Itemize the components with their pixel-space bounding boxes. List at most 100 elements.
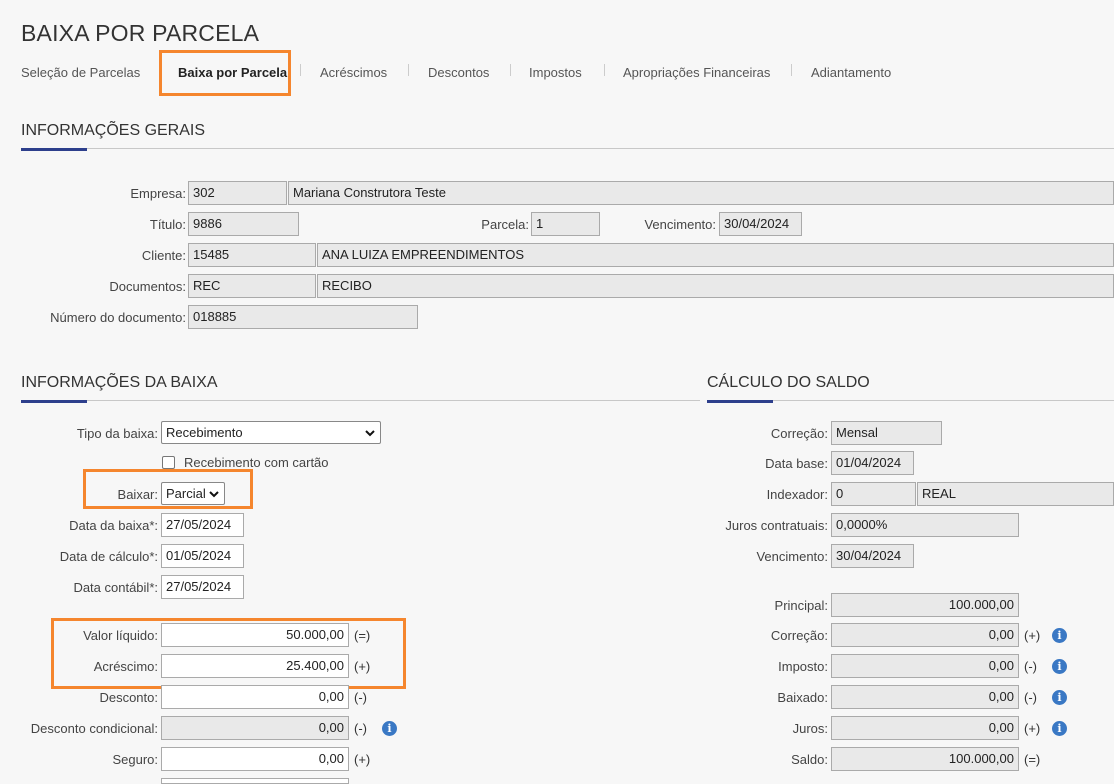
tab-descontos[interactable]: Descontos (428, 65, 489, 80)
parcela-label: Parcela: (481, 217, 529, 232)
tab-baixa-por-parcela[interactable]: Baixa por Parcela (178, 65, 287, 80)
tab-selecao-de-parcelas[interactable]: Seleção de Parcelas (21, 65, 140, 80)
page-title: BAIXA POR PARCELA (21, 20, 260, 46)
desconto-label: Desconto: (99, 690, 158, 705)
saldo-label: Saldo: (791, 752, 828, 767)
info-icon[interactable]: i (1052, 721, 1067, 736)
documentos-label: Documentos: (109, 279, 186, 294)
titulo-field: 9886 (188, 212, 299, 236)
tab-adiantamento[interactable]: Adiantamento (811, 65, 891, 80)
seguro-field[interactable]: 0,00 (161, 747, 349, 771)
tab-separator (300, 64, 301, 76)
data-baixa-field[interactable]: 27/05/2024 (161, 513, 244, 537)
desconto-field[interactable]: 0,00 (161, 685, 349, 709)
acrescimo-sign: (+) (354, 659, 371, 674)
vencimento-field: 30/04/2024 (719, 212, 802, 236)
next-field-partial[interactable] (161, 778, 349, 784)
section-accent (707, 400, 773, 403)
section-title-informacoes-gerais: INFORMAÇÕES GERAIS (21, 122, 206, 139)
baixar-label: Baixar: (117, 487, 158, 502)
documento-name-field: RECIBO (317, 274, 1114, 298)
saldo-vencimento-label: Vencimento: (756, 549, 828, 564)
baixado-field: 0,00 (831, 685, 1019, 709)
juros-label: Juros: (792, 721, 828, 736)
tab-apropriacoes-financeiras[interactable]: Apropriações Financeiras (623, 65, 770, 80)
saldo-field: 100.000,00 (831, 747, 1019, 771)
cliente-label: Cliente: (141, 248, 186, 263)
data-base-label: Data base: (765, 456, 828, 471)
info-icon[interactable]: i (1052, 690, 1067, 705)
info-icon[interactable]: i (382, 721, 397, 736)
empresa-label: Empresa: (130, 186, 186, 201)
acrescimo-field[interactable]: 25.400,00 (161, 654, 349, 678)
desconto-condicional-sign: (-) (354, 721, 367, 736)
correcao-label: Correção: (770, 426, 828, 441)
cliente-name-field: ANA LUIZA EMPREENDIMENTOS (317, 243, 1114, 267)
desconto-condicional-label: Desconto condicional: (30, 721, 158, 736)
empresa-code-field: 302 (188, 181, 287, 205)
principal-field: 100.000,00 (831, 593, 1019, 617)
valor-liquido-label: Valor líquido: (83, 628, 158, 643)
tipo-baixa-label: Tipo da baixa: (76, 426, 158, 441)
acrescimo-label: Acréscimo: (93, 659, 158, 674)
section-title-calculo-do-saldo: CÁLCULO DO SALDO (707, 374, 870, 391)
tab-separator (510, 64, 511, 76)
tipo-baixa-select[interactable]: Recebimento (161, 421, 381, 444)
section-accent (21, 400, 87, 403)
numero-documento-label: Número do documento: (50, 310, 186, 325)
indexador-code-field: 0 (831, 482, 916, 506)
tab-impostos[interactable]: Impostos (529, 65, 582, 80)
desconto-condicional-field: 0,00 (161, 716, 349, 740)
parcela-field: 1 (531, 212, 600, 236)
saldo-vencimento-field: 30/04/2024 (831, 544, 914, 568)
section-divider (21, 400, 700, 401)
tipo-baixa-value: Recebimento (166, 425, 243, 440)
empresa-name-field: Mariana Construtora Teste (288, 181, 1114, 205)
juros-field: 0,00 (831, 716, 1019, 740)
indexador-label: Indexador: (766, 487, 828, 502)
desconto-sign: (-) (354, 690, 367, 705)
info-icon[interactable]: i (1052, 628, 1067, 643)
tab-separator (791, 64, 792, 76)
recebimento-cartao-checkbox[interactable] (162, 456, 175, 469)
correcao-valor-label: Correção: (770, 628, 828, 643)
seguro-sign: (+) (354, 752, 371, 767)
valor-liquido-sign: (=) (354, 628, 371, 643)
tab-separator (604, 64, 605, 76)
baixado-sign: (-) (1024, 690, 1037, 705)
data-calculo-field[interactable]: 01/05/2024 (161, 544, 244, 568)
valor-liquido-field[interactable]: 50.000,00 (161, 623, 349, 647)
chevron-down-icon (209, 491, 219, 498)
section-title-informacoes-da-baixa: INFORMAÇÕES DA BAIXA (21, 374, 218, 391)
documento-code-field: REC (188, 274, 316, 298)
numero-documento-field: 018885 (188, 305, 418, 329)
imposto-sign: (-) (1024, 659, 1037, 674)
chevron-down-icon (365, 430, 375, 437)
juros-contratuais-field: 0,0000% (831, 513, 1019, 537)
correcao-valor-sign: (+) (1024, 628, 1041, 643)
imposto-field: 0,00 (831, 654, 1019, 678)
tab-separator (408, 64, 409, 76)
data-calculo-label: Data de cálculo*: (59, 549, 158, 564)
baixar-select[interactable]: Parcial (161, 482, 225, 505)
recebimento-cartao-label: Recebimento com cartão (184, 455, 329, 470)
cliente-code-field: 15485 (188, 243, 316, 267)
data-contabil-field[interactable]: 27/05/2024 (161, 575, 244, 599)
titulo-label: Título: (149, 217, 186, 232)
tab-acrescimos[interactable]: Acréscimos (320, 65, 387, 80)
data-baixa-label: Data da baixa*: (69, 518, 158, 533)
imposto-label: Imposto: (778, 659, 828, 674)
data-base-field: 01/04/2024 (831, 451, 914, 475)
juros-sign: (+) (1024, 721, 1041, 736)
correcao-valor-field: 0,00 (831, 623, 1019, 647)
vencimento-label: Vencimento: (644, 217, 716, 232)
info-icon[interactable]: i (1052, 659, 1067, 674)
baixado-label: Baixado: (777, 690, 828, 705)
correcao-field: Mensal (831, 421, 942, 445)
section-accent (21, 148, 87, 151)
saldo-sign: (=) (1024, 752, 1041, 767)
seguro-label: Seguro: (112, 752, 158, 767)
juros-contratuais-label: Juros contratuais: (725, 518, 828, 533)
baixar-value: Parcial (166, 486, 206, 501)
indexador-name-field: REAL (917, 482, 1114, 506)
